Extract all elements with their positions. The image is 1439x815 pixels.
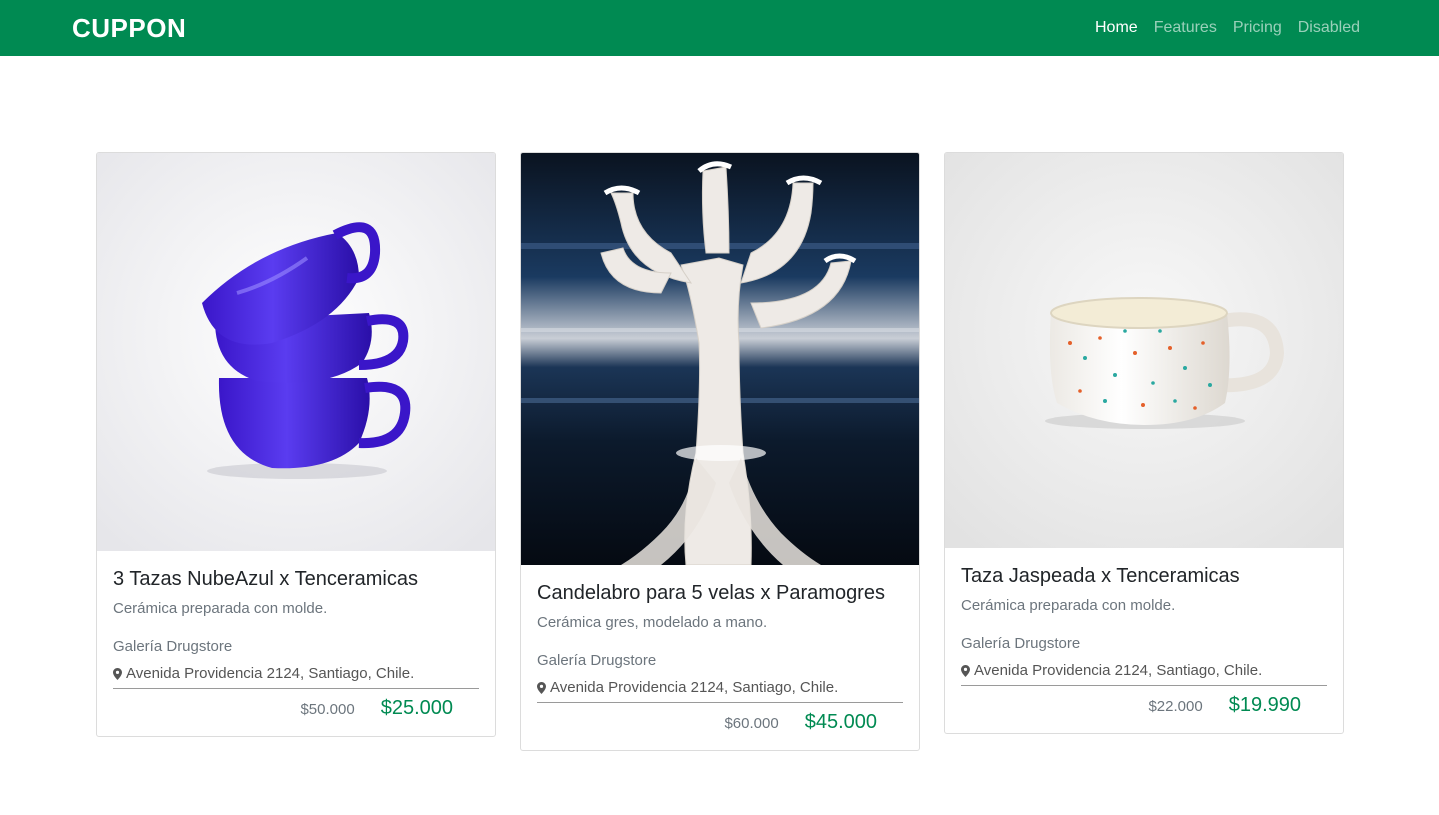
card-body: Taza Jaspeada x Tenceramicas Cerámica pr… xyxy=(945,564,1343,733)
discount-price: $45.000 xyxy=(804,711,877,733)
discount-price: $19.990 xyxy=(1228,694,1301,716)
card-body: 3 Tazas NubeAzul x Tenceramicas Cerámica… xyxy=(97,567,495,736)
card-address: Avenida Providencia 2124, Santiago, Chil… xyxy=(537,678,903,698)
map-marker-icon xyxy=(113,668,122,680)
card-description: Cerámica preparada con molde. xyxy=(113,600,328,617)
product-card[interactable]: 3 Tazas NubeAzul x Tenceramicas Cerámica… xyxy=(96,152,496,737)
product-image-blue-cups[interactable] xyxy=(97,153,495,551)
nav-features[interactable]: Features xyxy=(1154,17,1217,39)
address-text: Avenida Providencia 2124, Santiago, Chil… xyxy=(974,662,1263,679)
card-address: Avenida Providencia 2124, Santiago, Chil… xyxy=(113,664,479,684)
card-address: Avenida Providencia 2124, Santiago, Chil… xyxy=(961,661,1327,681)
nav-home[interactable]: Home xyxy=(1095,17,1138,39)
card-venue: Galería Drugstore xyxy=(113,638,233,655)
nav-disabled[interactable]: Disabled xyxy=(1298,17,1360,39)
product-card[interactable]: Taza Jaspeada x Tenceramicas Cerámica pr… xyxy=(944,152,1344,734)
address-text: Avenida Providencia 2124, Santiago, Chil… xyxy=(126,665,415,682)
card-title[interactable]: 3 Tazas NubeAzul x Tenceramicas xyxy=(113,567,479,591)
original-price: $50.000 xyxy=(300,701,355,718)
card-description: Cerámica gres, modelado a mano. xyxy=(537,614,768,631)
price-row: $22.000 $19.990 xyxy=(961,685,1327,717)
card-venue: Galería Drugstore xyxy=(961,635,1081,652)
card-venue: Galería Drugstore xyxy=(537,652,657,669)
card-description: Cerámica preparada con molde. xyxy=(961,597,1176,614)
map-marker-icon xyxy=(537,682,546,694)
card-title[interactable]: Taza Jaspeada x Tenceramicas xyxy=(961,564,1327,588)
address-text: Avenida Providencia 2124, Santiago, Chil… xyxy=(550,679,839,696)
map-marker-icon xyxy=(961,665,970,677)
product-card[interactable]: Candelabro para 5 velas x Paramogres Cer… xyxy=(520,152,920,751)
original-price: $22.000 xyxy=(1148,698,1203,715)
price-row: $50.000 $25.000 xyxy=(113,688,479,720)
nav-links: Home Features Pricing Disabled xyxy=(1095,17,1360,39)
card-body: Candelabro para 5 velas x Paramogres Cer… xyxy=(521,581,919,750)
price-row: $60.000 $45.000 xyxy=(537,702,903,734)
nav-pricing[interactable]: Pricing xyxy=(1233,17,1282,39)
brand-logo[interactable]: CUPPON xyxy=(72,12,186,44)
product-image-speckled-mug[interactable] xyxy=(945,153,1343,548)
navbar: CUPPON Home Features Pricing Disabled xyxy=(0,0,1439,56)
card-title[interactable]: Candelabro para 5 velas x Paramogres xyxy=(537,581,903,605)
original-price: $60.000 xyxy=(724,715,779,732)
product-image-candelabra[interactable] xyxy=(521,153,919,565)
discount-price: $25.000 xyxy=(380,697,453,719)
